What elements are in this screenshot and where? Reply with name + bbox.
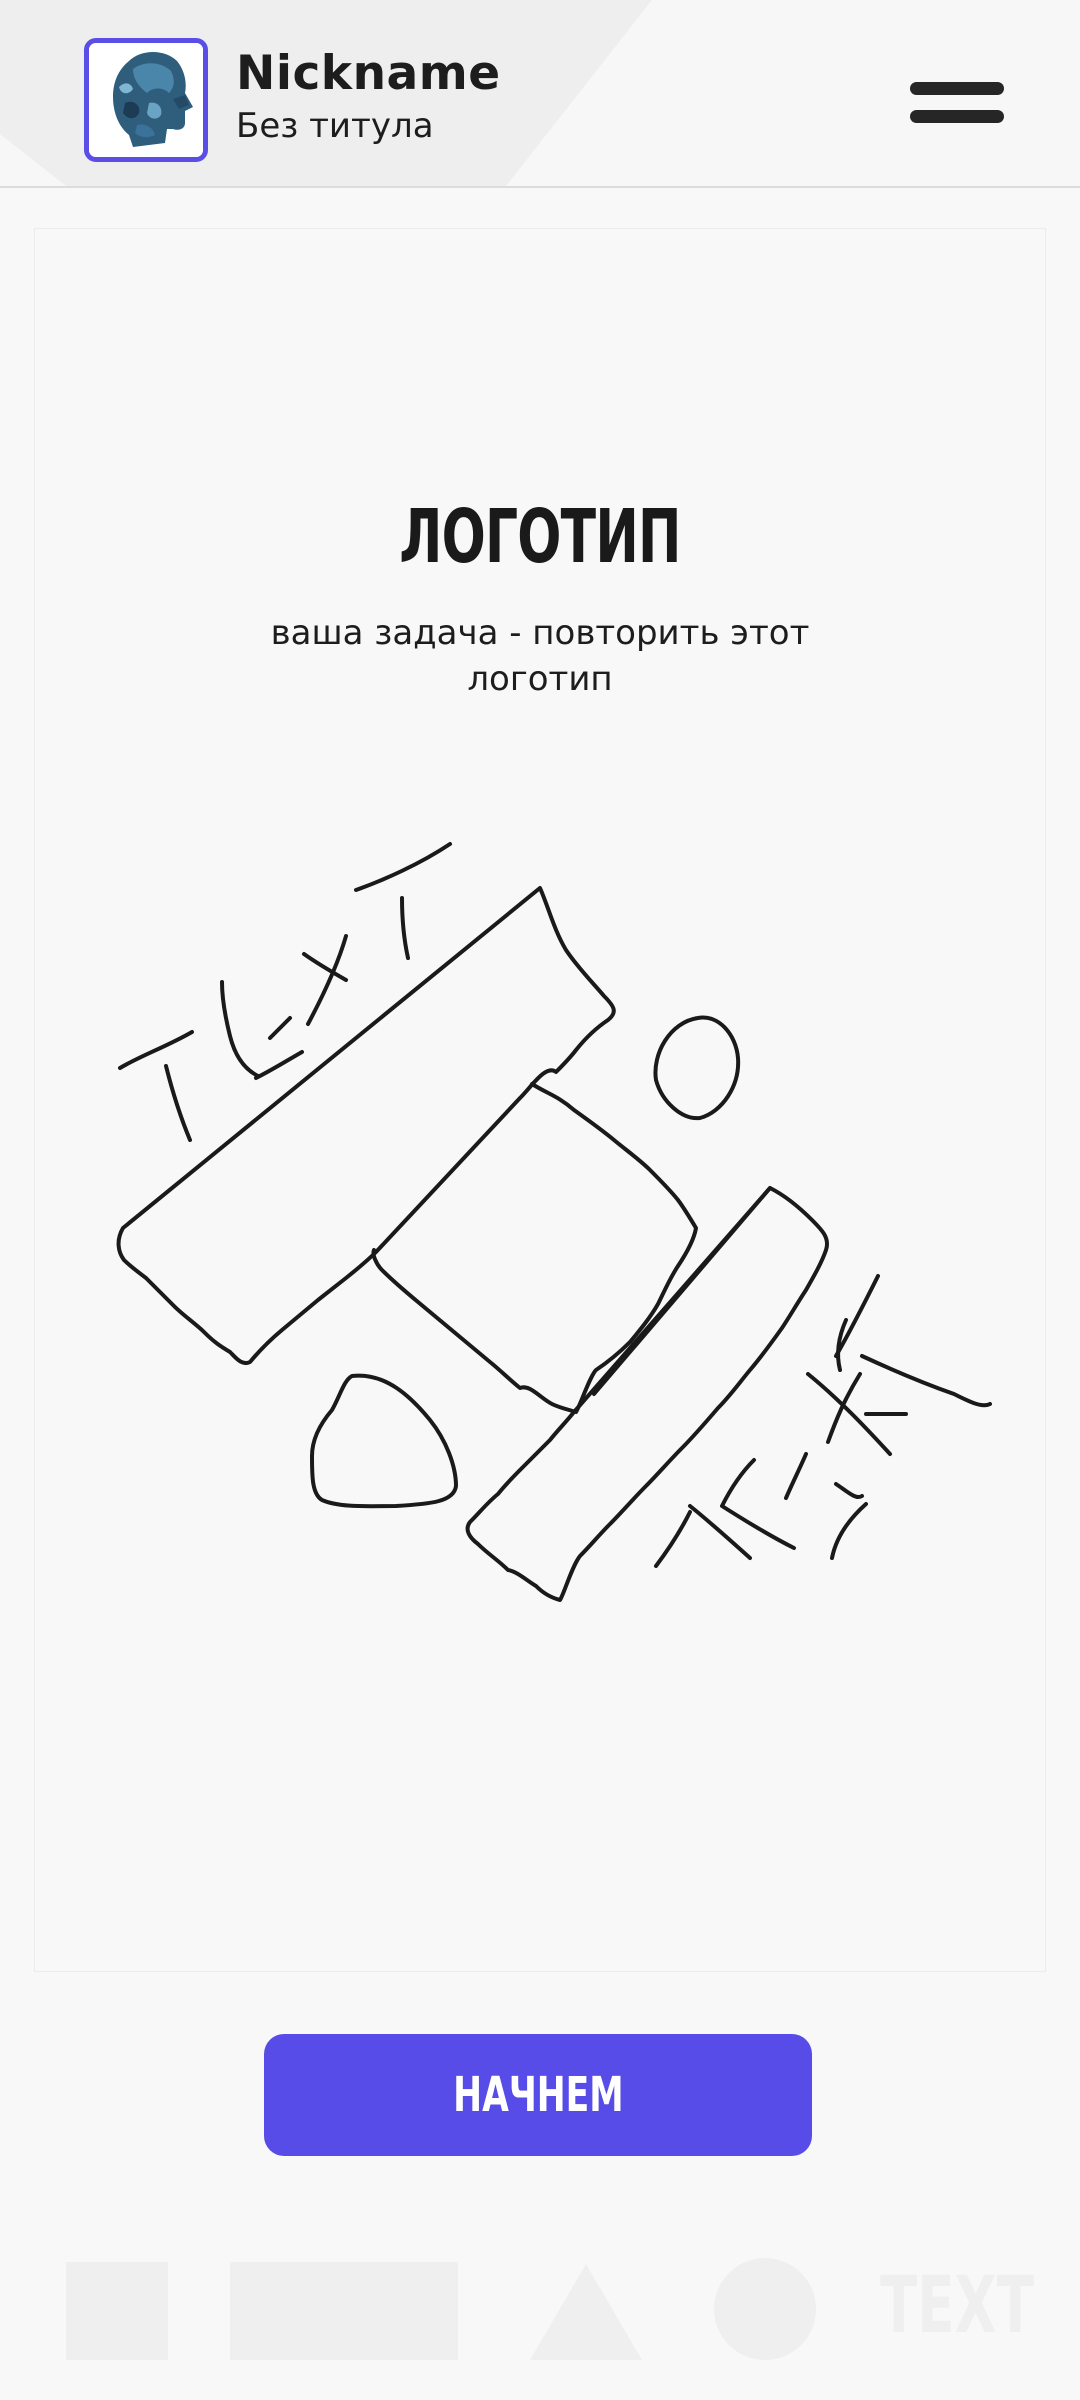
sketch-circle-left bbox=[310, 1373, 458, 1509]
start-button-label: НАЧНЕМ bbox=[452, 2067, 624, 2123]
circle-tool-icon[interactable] bbox=[714, 2258, 816, 2360]
page: Nickname Без титула ЛОГОТИП ваша задача … bbox=[0, 0, 1080, 2400]
logo-sketch bbox=[116, 842, 992, 1602]
square-tool-icon[interactable] bbox=[66, 2262, 168, 2360]
start-button[interactable]: НАЧНЕМ bbox=[264, 2034, 812, 2156]
sketch-circle-right bbox=[653, 1015, 741, 1121]
rectangle-tool-icon[interactable] bbox=[230, 2262, 458, 2360]
sketch-bar-top bbox=[116, 886, 616, 1365]
triangle-tool-icon[interactable] bbox=[530, 2264, 642, 2360]
text-tool[interactable]: TEXT bbox=[880, 2254, 1034, 2358]
sketch-bar-middle bbox=[371, 1082, 698, 1414]
